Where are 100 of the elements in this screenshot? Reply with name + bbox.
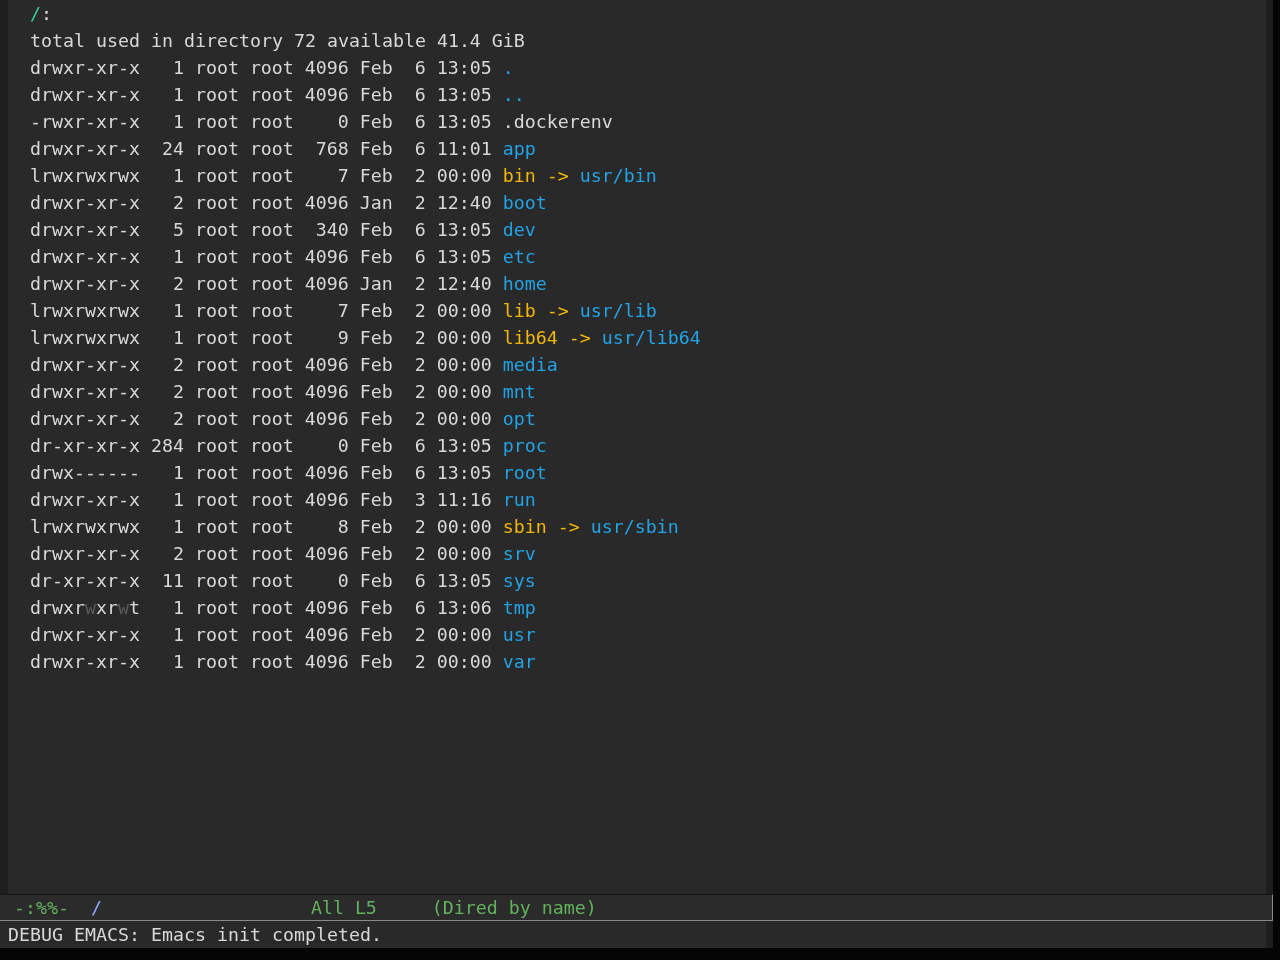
month-text: Feb [359,137,393,161]
time-text: 13:06 [436,596,492,620]
file-name[interactable]: dev [502,216,536,243]
file-name[interactable]: root [502,459,547,486]
buffer-position: All L5 [310,896,377,920]
time-text: 00:00 [436,353,492,377]
time-text: 00:00 [436,164,492,188]
time-text: 00:00 [436,299,492,323]
link-count: 1 [172,596,184,620]
symlink-arrow: -> [568,326,591,350]
symlink-target[interactable]: usr/lib64 [601,324,701,351]
owner-text: root [194,353,239,377]
month-text: Feb [359,56,393,80]
file-name[interactable]: . [502,54,514,81]
file-name[interactable]: app [502,135,536,162]
time-text: 11:01 [436,137,492,161]
day-text: 2 [414,353,426,377]
time-text: 00:00 [436,515,492,539]
owner-text: root [194,569,239,593]
file-size: 4096 [304,623,349,647]
day-text: 2 [414,542,426,566]
day-text: 6 [414,434,426,458]
time-text: 13:05 [436,434,492,458]
group-text: root [249,56,294,80]
file-name[interactable]: usr [502,621,536,648]
file-name[interactable]: proc [502,432,547,459]
file-name[interactable]: sys [502,567,536,594]
day-text: 2 [414,623,426,647]
time-text: 00:00 [436,650,492,674]
symlink-target[interactable]: usr/sbin [590,513,679,540]
file-size: 7 [337,164,349,188]
file-name[interactable]: tmp [502,594,536,621]
time-text: 12:40 [436,191,492,215]
file-name[interactable]: mnt [502,378,536,405]
day-text: 6 [414,461,426,485]
permissions-text: drwxr-xr-x [30,623,140,647]
permissions-text: drwxr-xr-x [30,650,140,674]
group-text: root [249,461,294,485]
time-text: 13:05 [436,218,492,242]
day-text: 2 [414,380,426,404]
owner-text: root [194,110,239,134]
permissions-text: drwxr-xr-x [30,407,140,431]
file-name[interactable]: .. [502,81,525,108]
file-name[interactable]: sbin [502,513,547,540]
file-size: 4096 [304,245,349,269]
permissions-text: dr-xr-xr-x [30,434,140,458]
link-count: 2 [172,272,184,296]
file-name[interactable]: lib64 [502,324,558,351]
file-size: 4096 [304,83,349,107]
file-size: 4096 [304,650,349,674]
file-name[interactable]: lib [502,297,536,324]
link-count: 2 [172,353,184,377]
month-text: Feb [359,461,393,485]
permissions-text: lrwxrwxrwx [30,299,140,323]
day-text: 6 [414,218,426,242]
time-text: 00:00 [436,623,492,647]
link-count: 1 [172,110,184,134]
link-count: 1 [172,461,184,485]
link-count: 1 [172,650,184,674]
file-name[interactable]: media [502,351,558,378]
file-name[interactable]: bin [502,162,536,189]
owner-text: root [194,515,239,539]
group-text: root [249,245,294,269]
owner-text: root [194,542,239,566]
file-name[interactable]: boot [502,189,547,216]
group-text: root [249,623,294,647]
file-name[interactable]: etc [502,243,536,270]
time-text: 13:05 [436,569,492,593]
file-name[interactable]: opt [502,405,536,432]
group-text: root [249,380,294,404]
permissions-text: dr-xr-xr-x [30,569,140,593]
link-count: 284 [150,434,184,458]
permissions-text: drwxr-xr-x [30,218,140,242]
file-name[interactable]: var [502,648,536,675]
symlink-target[interactable]: usr/lib [579,297,657,324]
month-text: Feb [359,434,393,458]
day-text: 6 [414,110,426,134]
disk-usage-summary: total used in directory 72 available 41.4 GiB [30,30,525,51]
file-name[interactable]: srv [502,540,536,567]
owner-text: root [194,299,239,323]
month-text: Feb [359,407,393,431]
group-text: root [249,353,294,377]
file-size: 4096 [304,488,349,512]
month-text: Feb [359,623,393,647]
file-size: 4096 [304,542,349,566]
file-name[interactable]: run [502,486,536,513]
group-text: root [249,542,294,566]
group-text: root [249,515,294,539]
symlink-target[interactable]: usr/bin [579,162,657,189]
permissions-text: drwxr-xr-x [30,380,140,404]
group-text: root [249,407,294,431]
permissions-text: drwxr-xr-x [30,137,140,161]
time-text: 11:16 [436,488,492,512]
file-name[interactable]: home [502,270,547,297]
owner-text: root [194,461,239,485]
day-text: 6 [414,137,426,161]
permissions-text: drwxr-xr-x [30,245,140,269]
file-name[interactable]: .dockerenv [502,108,613,135]
file-size: 0 [337,110,349,134]
owner-text: root [194,191,239,215]
